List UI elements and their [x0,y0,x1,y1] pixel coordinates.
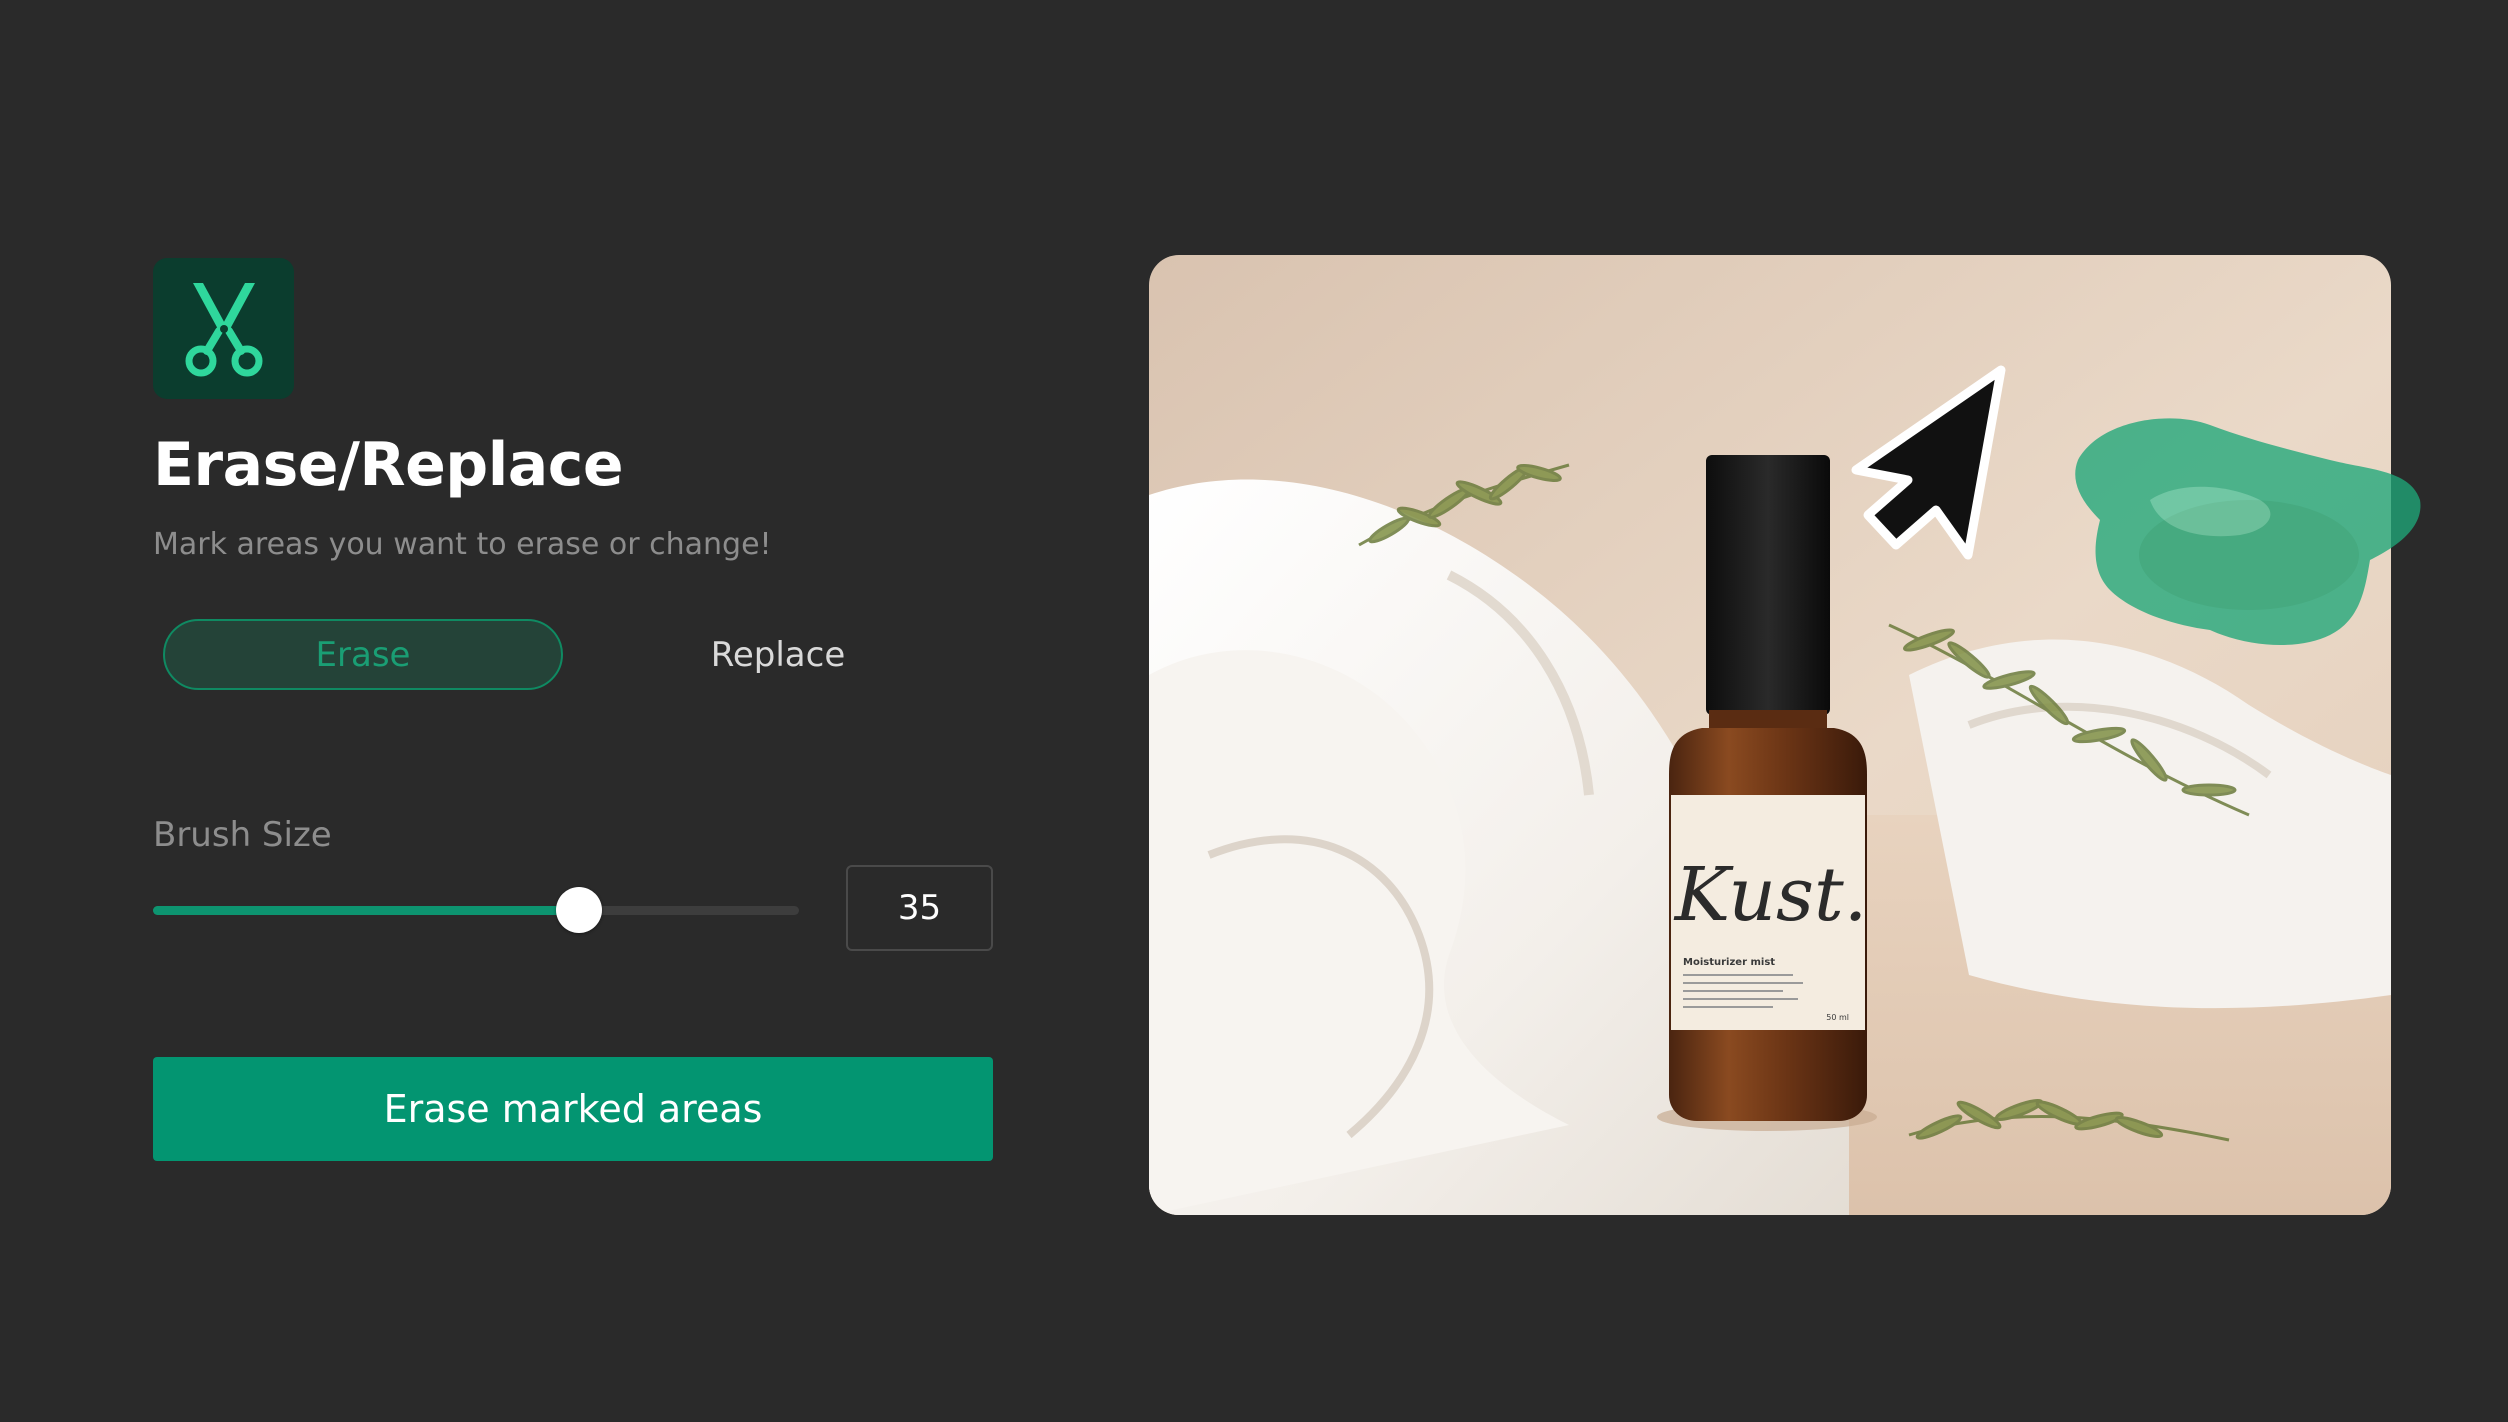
product-photo: Kust. Moisturizer mist 50 ml [1149,255,2391,1215]
erase-replace-screen: Erase/Replace Mark areas you want to era… [0,0,2508,1422]
erase-mode-button[interactable]: Erase [163,619,563,690]
brush-size-input[interactable] [846,865,993,951]
scissors-icon [153,258,294,399]
brush-size-label: Brush Size [153,815,332,855]
brush-size-slider[interactable] [153,885,799,935]
mode-toggle: Erase Replace [163,619,993,690]
product-volume: 50 ml [1826,1013,1849,1022]
replace-mode-button[interactable]: Replace [563,619,993,690]
erase-marked-areas-button[interactable]: Erase marked areas [153,1057,993,1161]
product-brand: Kust. [1673,852,1868,938]
page-title: Erase/Replace [153,430,624,500]
product-name: Moisturizer mist [1683,957,1775,968]
image-canvas[interactable]: Kust. Moisturizer mist 50 ml [1149,255,2391,1215]
slider-thumb[interactable] [556,887,603,933]
slider-fill [153,906,580,915]
page-subtitle: Mark areas you want to erase or change! [153,527,772,562]
